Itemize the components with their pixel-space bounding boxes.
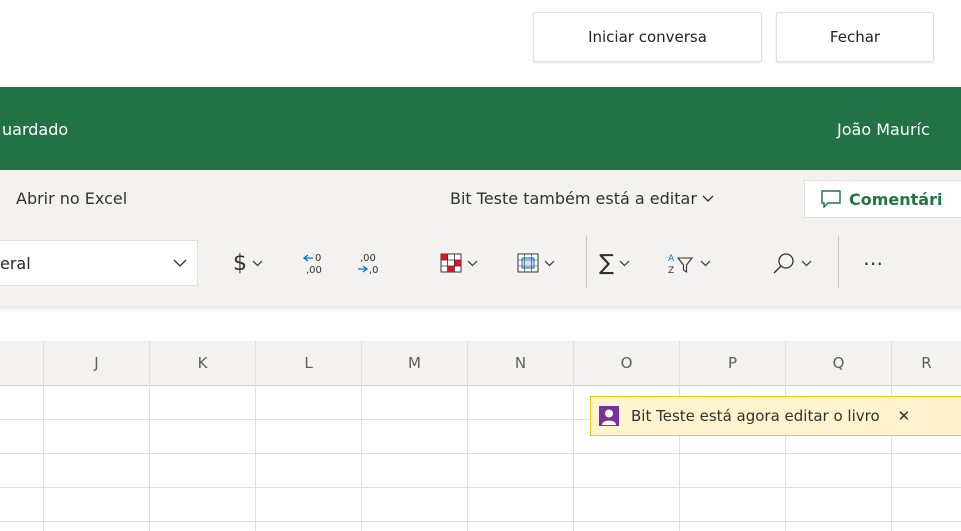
column-header-p[interactable]: P — [679, 341, 785, 385]
fill-color-button[interactable] — [440, 248, 478, 278]
close-button[interactable]: Fechar — [776, 12, 934, 62]
chevron-down-icon — [619, 260, 630, 266]
svg-text:,00: ,00 — [306, 265, 322, 276]
column-header-m[interactable]: M — [361, 341, 467, 385]
chevron-down-icon — [801, 260, 812, 266]
column-header-l[interactable]: L — [255, 341, 361, 385]
autosum-button[interactable]: ∑ — [599, 248, 630, 278]
svg-text:,0: ,0 — [369, 265, 379, 276]
title-bar: uardado João Mauríc — [0, 87, 961, 170]
dollar-icon: $ — [233, 250, 247, 276]
chevron-down-icon — [700, 260, 711, 266]
toolbar-divider — [838, 236, 839, 288]
number-format-select[interactable]: eral — [0, 240, 198, 286]
comment-icon — [821, 190, 841, 208]
grid-line — [467, 385, 468, 531]
chevron-down-icon — [252, 260, 263, 266]
grid-line — [0, 521, 961, 522]
user-name[interactable]: João Mauríc — [837, 120, 930, 139]
ribbon-command-row: eral $ 0 ,00 ,00 ,0 ∑ A Z ⋯ — [0, 228, 961, 300]
coauthor-status: Bit Teste também está a editar — [450, 189, 697, 208]
column-header-q[interactable]: Q — [785, 341, 891, 385]
find-icon — [773, 253, 794, 274]
grid-line — [573, 385, 574, 531]
grid-line — [0, 453, 961, 454]
comments-button[interactable]: Comentári — [804, 180, 961, 218]
fill-color-icon — [440, 253, 462, 273]
ribbon: Abrir no Excel Bit Teste também está a e… — [0, 170, 961, 306]
grid-line — [255, 385, 256, 531]
more-icon: ⋯ — [863, 251, 884, 275]
avatar — [599, 406, 619, 426]
toolbar-divider — [586, 236, 587, 288]
coauthor-dropdown[interactable]: Bit Teste também está a editar — [450, 189, 714, 208]
save-status: uardado — [2, 120, 69, 139]
close-icon[interactable]: ✕ — [898, 407, 911, 425]
sort-filter-button[interactable]: A Z — [667, 248, 711, 278]
start-conversation-button[interactable]: Iniciar conversa — [533, 12, 762, 62]
grid-line — [43, 385, 44, 531]
borders-icon — [517, 253, 539, 273]
chevron-down-icon — [467, 260, 478, 266]
svg-text:,00: ,00 — [360, 253, 376, 264]
column-header-k[interactable]: K — [149, 341, 255, 385]
number-format-value: eral — [0, 253, 31, 273]
grid-line — [149, 385, 150, 531]
ribbon-top-row: Abrir no Excel Bit Teste também está a e… — [0, 170, 961, 228]
column-header-n[interactable]: N — [467, 341, 573, 385]
chevron-down-icon — [544, 260, 555, 266]
autosum-icon: ∑ — [599, 250, 614, 276]
more-options-button[interactable]: ⋯ — [863, 248, 884, 278]
increase-decimal-icon: ,00 ,0 — [358, 253, 379, 276]
column-header-row: J K L M N O P Q R — [0, 341, 961, 386]
grid-line — [361, 385, 362, 531]
grid-line — [0, 487, 961, 488]
find-button[interactable] — [772, 248, 812, 278]
svg-text:A: A — [668, 254, 675, 264]
sort-filter-icon: A Z — [668, 254, 694, 275]
column-header-o[interactable]: O — [573, 341, 679, 385]
column-header-r[interactable]: R — [891, 341, 961, 385]
coauthor-notice: Bit Teste está agora editar o livro ✕ — [590, 396, 961, 436]
svg-text:Z: Z — [668, 266, 674, 275]
decrease-decimal-button[interactable]: 0 ,00 — [302, 248, 328, 278]
chevron-down-icon — [702, 195, 714, 202]
currency-button[interactable]: $ — [233, 248, 263, 278]
ribbon-shadow — [0, 306, 961, 312]
notice-text: Bit Teste está agora editar o livro — [631, 407, 880, 425]
decrease-decimal-icon: 0 ,00 — [302, 253, 322, 276]
open-in-excel-button[interactable]: Abrir no Excel — [16, 189, 127, 208]
borders-button[interactable] — [517, 248, 555, 278]
person-icon — [602, 409, 616, 425]
column-header-j[interactable]: J — [43, 341, 149, 385]
comments-label: Comentári — [849, 189, 943, 209]
svg-text:0: 0 — [315, 253, 321, 264]
chevron-down-icon — [173, 259, 187, 267]
increase-decimal-button[interactable]: ,00 ,0 — [356, 248, 382, 278]
